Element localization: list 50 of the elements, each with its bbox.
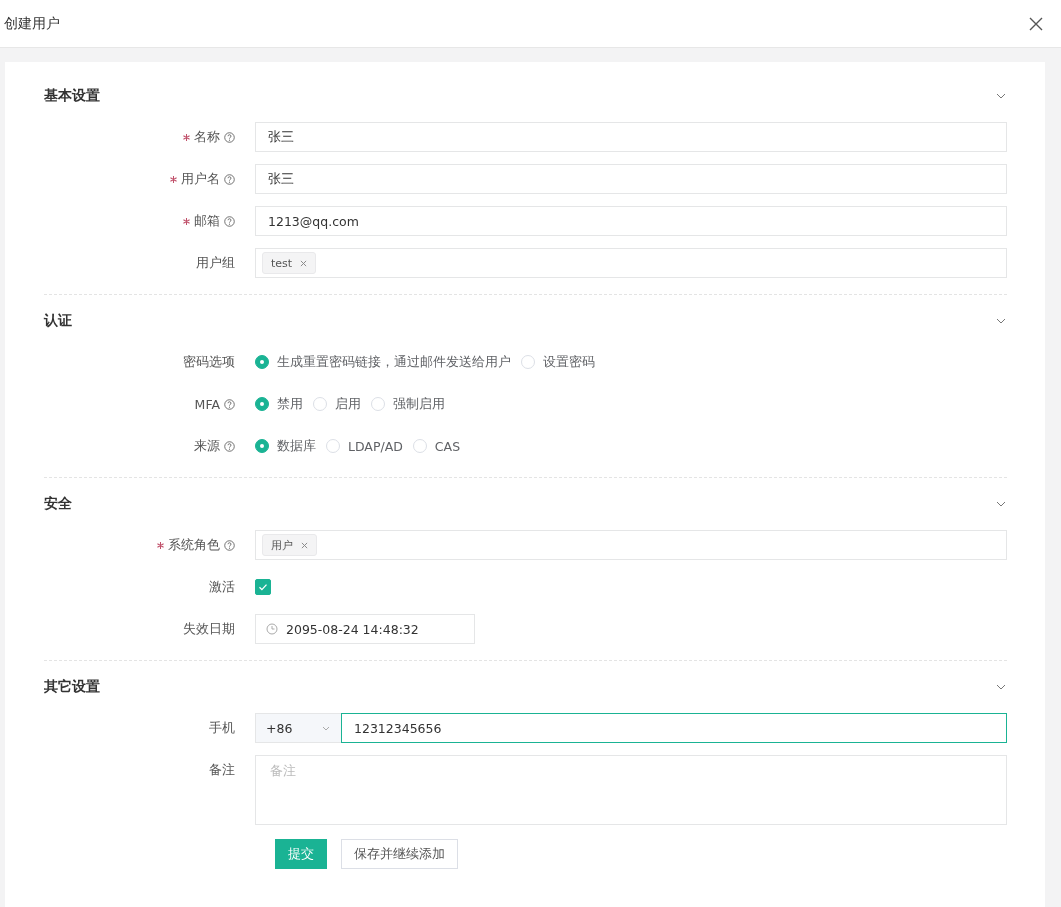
- field-label: 来源: [194, 437, 220, 455]
- field-label: 用户组: [196, 254, 235, 272]
- radio-option[interactable]: CAS: [412, 438, 461, 454]
- radio-option[interactable]: LDAP/AD: [326, 438, 403, 454]
- field-label: 备注: [209, 761, 235, 779]
- tag-select-field[interactable]: test: [255, 248, 1007, 278]
- radio-button[interactable]: [255, 355, 269, 369]
- radio-label: 启用: [335, 395, 361, 413]
- dialog-title: 创建用户: [4, 14, 60, 33]
- field-label: MFA: [194, 396, 220, 412]
- field-label: 名称: [194, 128, 220, 146]
- field-label: 用户名: [181, 170, 220, 188]
- radio-label: LDAP/AD: [348, 438, 403, 454]
- text-field[interactable]: 1213@qq.com: [255, 206, 1007, 236]
- tag-select-field[interactable]: 用户: [255, 530, 1007, 560]
- tag-label: 用户: [271, 537, 293, 553]
- phone-field[interactable]: 12312345656: [341, 713, 1007, 743]
- tag-label: test: [271, 256, 293, 270]
- section-title: 基本设置: [44, 87, 100, 105]
- text-field[interactable]: 张三: [255, 164, 1007, 194]
- field-label: 密码选项: [183, 353, 235, 371]
- radio-label: 设置密码: [543, 353, 595, 371]
- radio-option[interactable]: 强制启用: [371, 395, 445, 413]
- section-title: 认证: [44, 312, 72, 330]
- field-label: 失效日期: [183, 620, 235, 638]
- radio-option[interactable]: 禁用: [255, 395, 303, 413]
- text-field[interactable]: 张三: [255, 122, 1007, 152]
- country-code-select[interactable]: +86: [255, 713, 341, 743]
- radio-label: 强制启用: [393, 395, 445, 413]
- radio-option[interactable]: 启用: [313, 395, 361, 413]
- checkbox[interactable]: [255, 579, 271, 595]
- check-icon: [258, 582, 268, 592]
- field-label: 邮箱: [194, 212, 220, 230]
- clock-icon: [266, 623, 278, 635]
- close-icon[interactable]: [1029, 16, 1043, 31]
- radio-option[interactable]: 数据库: [255, 437, 316, 455]
- save-button[interactable]: 保存并继续添加: [341, 839, 458, 869]
- section-title: 安全: [44, 495, 72, 513]
- radio-button[interactable]: [255, 397, 269, 411]
- radio-button[interactable]: [255, 439, 269, 453]
- radio-label: 禁用: [277, 395, 303, 413]
- radio-label: CAS: [434, 438, 461, 454]
- radio-option[interactable]: 设置密码: [521, 353, 595, 371]
- section-title: 其它设置: [44, 678, 100, 696]
- date-value: 2095-08-24 14:48:32: [286, 621, 419, 637]
- radio-label: 数据库: [277, 437, 316, 455]
- field-label: 系统角色: [168, 536, 220, 554]
- date-field[interactable]: 2095-08-24 14:48:32: [255, 614, 475, 644]
- field-label: 激活: [209, 578, 235, 596]
- field-label: 手机: [209, 719, 235, 737]
